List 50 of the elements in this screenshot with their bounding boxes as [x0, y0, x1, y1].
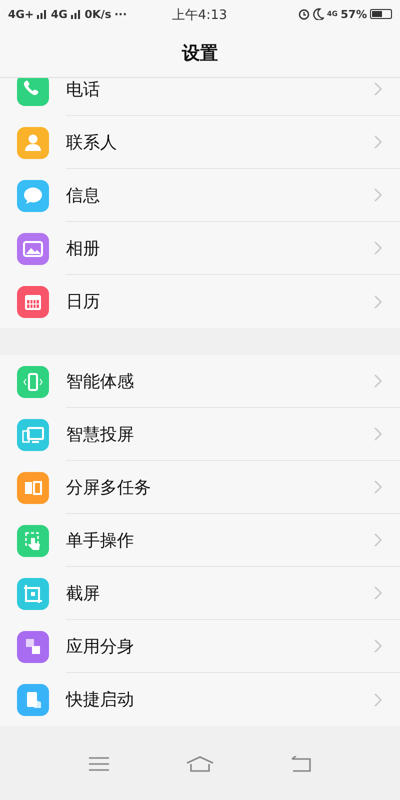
chevron-icon — [374, 82, 382, 96]
back-icon[interactable] — [291, 756, 312, 772]
battery-percent: 57% — [340, 8, 367, 20]
network-speed: 0K/s — [84, 8, 112, 20]
settings-item[interactable]: 单手操作 — [0, 514, 400, 567]
item-label: 分屏多任务 — [66, 476, 151, 498]
chevron-icon — [374, 586, 382, 600]
chevron-icon — [374, 135, 382, 149]
settings-item[interactable]: 应用分身 — [0, 620, 400, 673]
settings-item[interactable]: 日历 — [0, 275, 400, 328]
chevron-icon — [374, 533, 382, 547]
settings-item[interactable]: 智慧投屏 — [0, 408, 400, 461]
chevron-icon — [374, 480, 382, 494]
settings-item[interactable]: 信息 — [0, 169, 400, 222]
item-label: 智能体感 — [66, 370, 134, 392]
home-icon[interactable] — [186, 756, 214, 772]
moon-icon — [313, 8, 324, 20]
item-label: 联系人 — [66, 132, 117, 154]
menu-icon[interactable] — [88, 757, 109, 771]
settings-item[interactable]: 快捷启动 — [0, 673, 400, 726]
item-label: 应用分身 — [66, 636, 134, 658]
chevron-icon — [374, 692, 382, 706]
item-label: 单手操作 — [66, 530, 134, 552]
settings-item[interactable]: 截屏 — [0, 567, 400, 620]
settings-item[interactable]: 相册 — [0, 222, 400, 275]
signal-icon — [70, 10, 82, 18]
clock: 上午4:13 — [172, 7, 228, 24]
item-label: 快捷启动 — [66, 689, 134, 711]
page-title: 设置 — [182, 42, 218, 64]
alarm-icon — [298, 8, 310, 20]
item-label: 电话 — [66, 78, 100, 100]
signal-icon — [36, 10, 48, 18]
more-indicator: ··· — [114, 8, 127, 20]
item-label: 截屏 — [66, 582, 100, 604]
item-label: 智慧投屏 — [66, 424, 134, 446]
chevron-icon — [374, 639, 382, 653]
chevron-icon — [374, 294, 382, 308]
settings-item[interactable]: 分屏多任务 — [0, 461, 400, 514]
settings-item[interactable]: 联系人 — [0, 116, 400, 169]
item-label: 日历 — [66, 291, 100, 313]
chevron-icon — [374, 241, 382, 255]
settings-item[interactable]: 智能体感 — [0, 355, 400, 408]
chevron-icon — [374, 374, 382, 388]
network-type: 4G — [50, 8, 68, 20]
network-type: 4G+ — [8, 8, 34, 20]
item-label: 信息 — [66, 184, 100, 206]
item-label: 相册 — [66, 238, 100, 260]
settings-item[interactable]: 电话 — [0, 78, 400, 116]
chevron-icon — [374, 427, 382, 441]
chevron-icon — [374, 188, 382, 202]
